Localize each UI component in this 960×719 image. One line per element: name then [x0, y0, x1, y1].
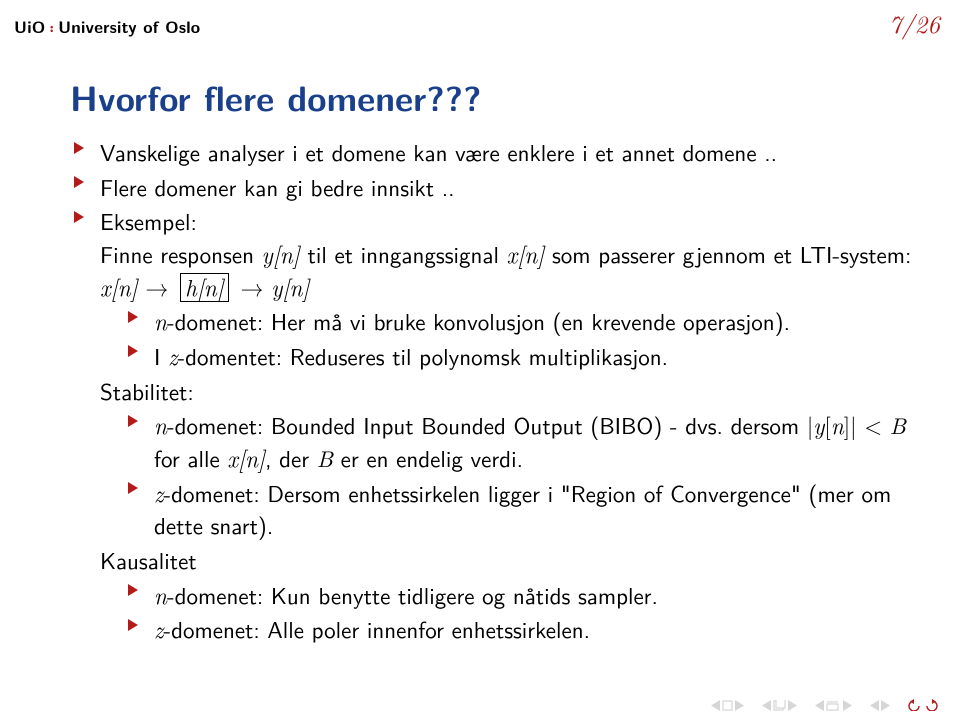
bullet-list: Vanskelige analyser i et domene kan være…	[70, 136, 920, 646]
sub-list: n-domenet: Bounded Input Bounded Output …	[124, 409, 920, 542]
nav-subsection-group[interactable]	[870, 700, 890, 711]
nav-prev-subsection-icon[interactable]	[870, 700, 879, 711]
nav-prev-section-icon[interactable]	[815, 700, 824, 711]
triangle-icon	[128, 311, 138, 323]
bullet-text: Vanskelige analyser i et domene kan være…	[100, 135, 777, 169]
uio-logo-text: UiO	[14, 15, 45, 39]
triangle-icon	[74, 211, 84, 223]
bullet-item: Eksempel: Finne responsen y[n] til et in…	[70, 205, 920, 646]
slide: UiO᛬University of Oslo 7/26 Hvorfor fler…	[0, 0, 960, 719]
triangle-icon	[128, 482, 138, 494]
bullet-text: Flere domener kan gi bedre innsikt ..	[100, 170, 455, 204]
nav-next-frame-icon[interactable]	[788, 700, 797, 711]
triangle-icon	[128, 619, 138, 631]
slide-header: UiO᛬University of Oslo 7/26	[14, 6, 940, 41]
nav-next-subsection-icon[interactable]	[881, 700, 890, 711]
sub-item: z-domenet: Alle poler innenfor enhetssir…	[124, 613, 920, 646]
sub-item: z-domenet: Dersom enhetssirkelen ligger …	[124, 477, 920, 542]
slide-title: Hvorfor flere domener???	[70, 72, 920, 122]
sub-list: n-domenet: Her må vi bruke konvolusjon (…	[124, 305, 920, 372]
sub-item: n-domenet: Bounded Input Bounded Output …	[124, 409, 920, 474]
nav-prev-slide-icon[interactable]	[711, 700, 720, 711]
nav-slide-icon[interactable]	[722, 700, 733, 711]
nav-slide-group[interactable]	[711, 700, 744, 711]
sub-item: n-domenet: Kun benytte tidligere og nåti…	[124, 579, 920, 612]
nav-frame-group[interactable]	[762, 700, 797, 711]
nav-frame-icon[interactable]	[773, 700, 786, 711]
university-name: University of Oslo	[58, 15, 200, 39]
nav-next-section-icon[interactable]	[843, 700, 852, 711]
uio-dots-icon: ᛬	[47, 19, 56, 39]
triangle-icon	[128, 584, 138, 596]
triangle-icon	[74, 142, 84, 154]
h-box: h[n]	[180, 273, 229, 302]
slide-content: Hvorfor flere domener??? Vanskelige anal…	[70, 72, 920, 648]
triangle-icon	[74, 176, 84, 188]
sub-item: I z-domentet: Reduseres til polynomsk mu…	[124, 340, 920, 373]
nav-section-icon[interactable]	[826, 700, 841, 711]
nav-section-group[interactable]	[815, 700, 852, 711]
beamer-nav	[711, 699, 938, 711]
nav-back-forward-group[interactable]	[908, 699, 938, 711]
nav-undo-icon[interactable]	[908, 699, 922, 711]
nav-prev-frame-icon[interactable]	[762, 700, 771, 711]
bullet-text: Eksempel:	[100, 204, 197, 238]
page-number: 7/26	[889, 6, 940, 41]
header-left: UiO᛬University of Oslo	[14, 15, 200, 39]
sub-list: n-domenet: Kun benytte tidligere og nåti…	[124, 579, 920, 646]
bullet-item: Vanskelige analyser i et domene kan være…	[70, 136, 920, 169]
bullet-text: Finne responsen y[n] til et inngangssign…	[100, 237, 911, 304]
bullet-item: Flere domener kan gi bedre innsikt ..	[70, 171, 920, 204]
nav-next-slide-icon[interactable]	[735, 700, 744, 711]
sub-item: n-domenet: Her må vi bruke konvolusjon (…	[124, 305, 920, 338]
triangle-icon	[128, 345, 138, 357]
nav-redo-icon[interactable]	[924, 699, 938, 711]
subheading: Kausalitet	[100, 544, 920, 577]
triangle-icon	[128, 415, 138, 427]
subheading: Stabilitet:	[100, 375, 920, 408]
